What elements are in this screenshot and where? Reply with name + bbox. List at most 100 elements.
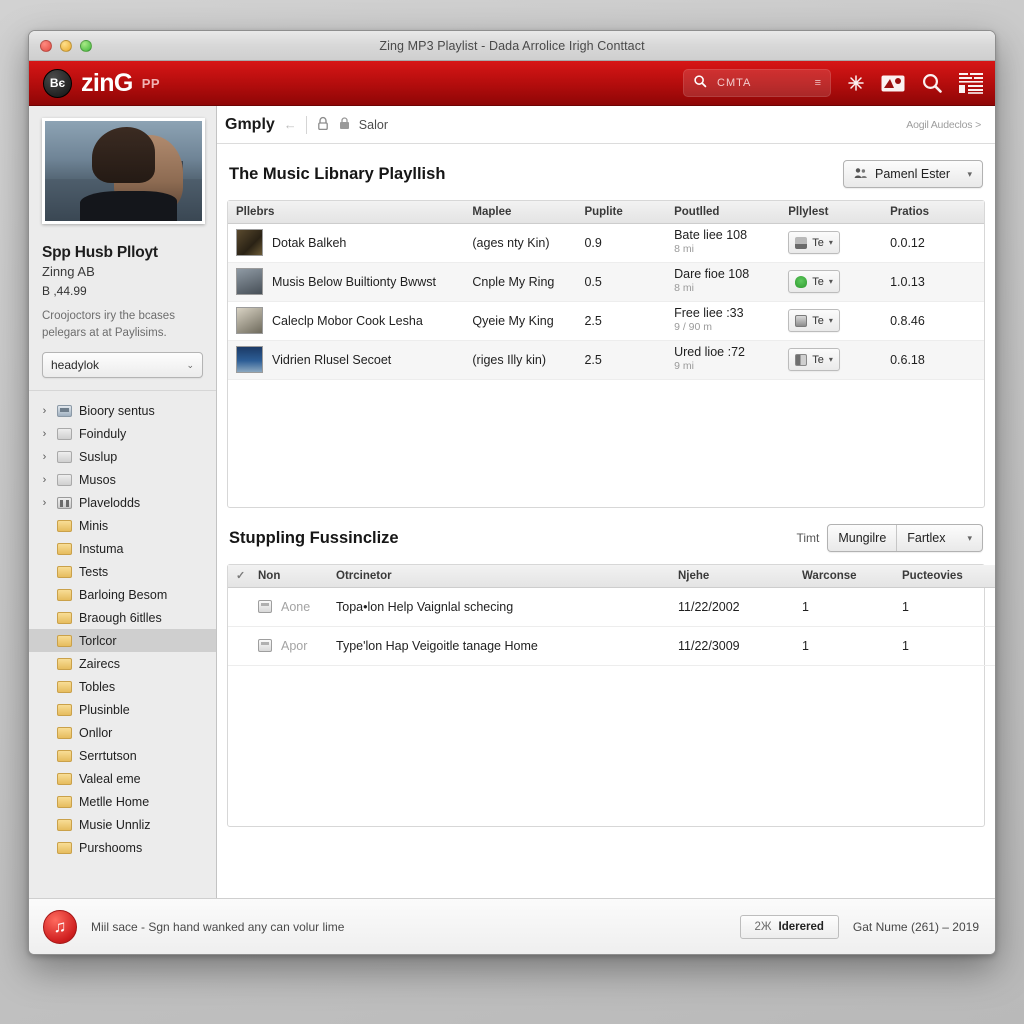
track-name: Vidrien Rlusel Secoet [272, 352, 392, 367]
promo-select[interactable]: headylok ⌄ [42, 352, 203, 379]
sidebar-item-plusinble[interactable]: Plusinble [29, 698, 216, 721]
column-header[interactable]: Otrcinetor [328, 565, 670, 588]
sidebar-item-tobles[interactable]: Tobles [29, 675, 216, 698]
bell-icon [795, 314, 808, 327]
folder-yellow-icon [57, 634, 72, 647]
row-checkbox-cell[interactable] [228, 626, 250, 666]
sidebar-item-musie-unnliz[interactable]: Musie Unnliz [29, 813, 216, 836]
sidebar-item-bioory-sentus[interactable]: › Bioory sentus [29, 399, 216, 422]
close-button[interactable] [40, 39, 52, 52]
playlist-dropdown-button[interactable]: Te ▾ [788, 309, 840, 332]
sidebar-item-tests[interactable]: Tests [29, 560, 216, 583]
sidebar-item-zairecs[interactable]: Zairecs [29, 652, 216, 675]
sidebar-item-foinduly[interactable]: › Foinduly [29, 422, 216, 445]
sparkle-icon[interactable] [847, 74, 865, 92]
folder-yellow-icon [57, 703, 72, 716]
table-row[interactable]: Musis Below Builtionty Bwwst Cnple My Rin… [228, 262, 984, 302]
playlist-dropdown-button[interactable]: Te ▾ [788, 270, 840, 293]
track-puplite: 2.5 [576, 301, 667, 341]
column-header[interactable]: Pucteovies [894, 565, 995, 588]
media-icon[interactable] [881, 75, 905, 92]
folder-grey-icon [57, 450, 72, 463]
chevron-down-icon: ▾ [828, 238, 833, 247]
brand-badge-icon: Bє [43, 68, 72, 98]
sidebar-item-barloing-besom[interactable]: Barloing Besom [29, 583, 216, 606]
column-header[interactable]: Warconse [794, 565, 894, 588]
filter-segment-2[interactable]: Fartlex ▾ [896, 525, 982, 551]
folder-yellow-icon [57, 542, 72, 555]
pamenl-ester-button[interactable]: Pamenl Ester ▾ [843, 160, 983, 188]
table-row[interactable]: Caleclp Mobor Cook Lesha Qyeie My King 2.5… [228, 301, 984, 341]
sidebar-item-purshooms[interactable]: Purshooms [29, 836, 216, 859]
document-icon [258, 600, 272, 613]
pamenl-ester-label: Pamenl Ester [875, 167, 951, 181]
chevron-right-icon[interactable]: › [39, 474, 50, 486]
chevron-down-icon: ▾ [967, 168, 972, 179]
sidebar-item-label: Musie Unnliz [79, 817, 151, 832]
column-header[interactable]: Non [250, 565, 328, 588]
sidebar-item-label: Purshooms [79, 840, 143, 855]
column-header[interactable]: Njehe [670, 565, 794, 588]
window-controls[interactable] [29, 39, 92, 52]
sidebar-item-braough-6itlles[interactable]: Braough 6itlles [29, 606, 216, 629]
sidebar-item-serrtutson[interactable]: Serrtutson [29, 744, 216, 767]
breadcrumb-back-arrow[interactable]: ← [284, 117, 297, 132]
breadcrumb-title[interactable]: Gmply [225, 116, 275, 134]
list-view-icon[interactable] [959, 72, 983, 94]
promo-description: Croojoctors iry the bcases pelegars at a… [42, 310, 175, 339]
sidebar-item-torlcor[interactable]: Torlcor [29, 629, 216, 653]
filter-segmented-control[interactable]: Mungilre Fartlex ▾ [827, 524, 983, 552]
chevron-right-icon[interactable]: › [39, 405, 50, 417]
brand-logo[interactable]: Bє zinG PP [43, 68, 160, 98]
playlist-dropdown-button[interactable]: Te ▾ [788, 348, 840, 371]
table-row[interactable]: Dotak Balkeh (ages nty Kin) 0.9 Bate liee 1… [228, 223, 984, 263]
chevron-right-icon[interactable]: › [39, 497, 50, 509]
track-poutlled-secondary: 8 mi [674, 282, 694, 295]
folder-yellow-icon [57, 841, 72, 854]
copyright-text: Gat Nume (261) – 2019 [852, 919, 979, 934]
second-table-body: Aone Topa•lon Help Vaignlal schecing 11/22… [228, 587, 995, 666]
minimize-button[interactable] [60, 39, 72, 52]
column-header[interactable]: Poutlled [666, 201, 781, 224]
sidebar-item-metlle-home[interactable]: Metlle Home [29, 790, 216, 813]
maximize-button[interactable] [80, 39, 92, 52]
column-header[interactable]: Puplite [576, 201, 667, 224]
sidebar-item-musos[interactable]: › Musos [29, 468, 216, 491]
playlist-table-body: Dotak Balkeh (ages nty Kin) 0.9 Bate liee 1… [228, 223, 984, 380]
column-header[interactable]: Maplee [464, 201, 577, 224]
select-all-checkbox[interactable]: ✓ [236, 570, 245, 582]
breadcrumb-right-link[interactable]: Aogil Audeclos > [906, 119, 981, 131]
sidebar-item-onllor[interactable]: Onllor [29, 721, 216, 744]
table-row[interactable]: Apor Type'lon Hap Veigoitle tanage Home 11… [228, 626, 995, 666]
status-message: Miil sace - Sgn hand wanked any can volu… [91, 919, 345, 934]
promo-title: Spp Husb Plloyt [42, 244, 158, 261]
sidebar-item-valeal-eme[interactable]: Valeal eme [29, 767, 216, 790]
table-row[interactable]: Aone Topa•lon Help Vaignlal schecing 11/22… [228, 587, 995, 627]
chevron-down-icon: ▾ [828, 355, 833, 364]
status-bar: ♫ Miil sace - Sgn hand wanked any can vo… [29, 898, 995, 954]
chevron-right-icon[interactable]: › [39, 451, 50, 463]
sidebar-item-plavelodds[interactable]: › Plavelodds [29, 491, 216, 514]
sidebar-item-suslup[interactable]: › Suslup [29, 445, 216, 468]
idered-count: 2Ж [754, 920, 772, 933]
search-icon-2[interactable] [921, 72, 943, 94]
row-checkbox-cell[interactable] [228, 587, 250, 627]
idered-button[interactable]: 2Ж Iderered [739, 914, 839, 939]
track-maplee: Qyeie My King [464, 301, 577, 341]
column-header[interactable]: Pllylest [780, 201, 883, 224]
select-all-header[interactable]: ✓ [228, 565, 250, 588]
playlist-dropdown-button[interactable]: Te ▾ [788, 231, 840, 254]
column-header[interactable]: Pratios [882, 201, 984, 224]
playlist-panel-header: The Music Libnary Playllish Pamenl Ester… [227, 144, 985, 200]
sidebar-item-instuma[interactable]: Instuma [29, 537, 216, 560]
toolbar-search-box[interactable]: CMTA ≡ [683, 69, 831, 97]
filter-segment-1[interactable]: Mungilre [828, 525, 896, 551]
column-header[interactable]: Pllebrs [228, 201, 465, 224]
row-warconse: 1 [794, 587, 894, 627]
sidebar-item-minis[interactable]: Minis [29, 514, 216, 537]
second-table-header: ✓ Non Otrcinetor Njehe Warconse Pucteovies [228, 565, 995, 588]
chevron-right-icon[interactable]: › [39, 428, 50, 440]
sidebar-item-label: Barloing Besom [79, 587, 168, 602]
search-menu-icon[interactable]: ≡ [815, 77, 821, 89]
table-row[interactable]: Vidrien Rlusel Secoet (riges Illy kin) 2.5… [228, 340, 984, 380]
